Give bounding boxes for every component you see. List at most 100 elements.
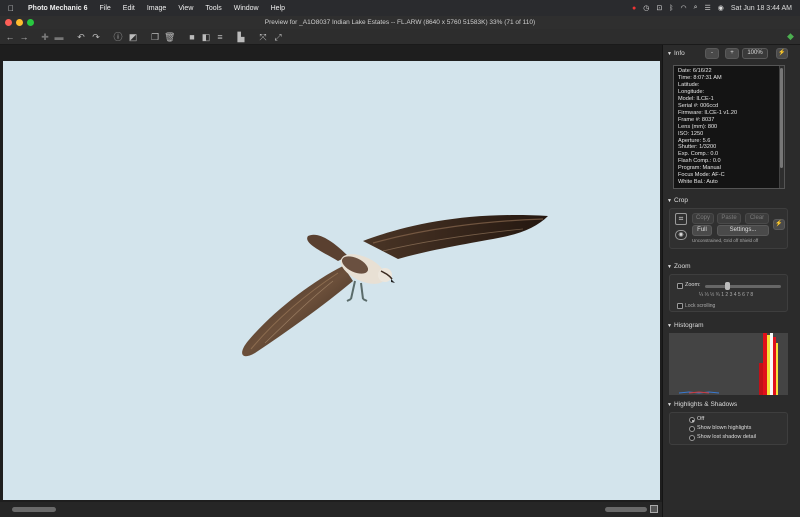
rotate-right-icon[interactable]: ↷ — [91, 31, 101, 43]
radio-off[interactable] — [689, 417, 695, 423]
crop-full-button[interactable]: Full — [692, 225, 712, 236]
info-zoom-select[interactable]: 100% — [742, 48, 768, 59]
eye-icon[interactable]: ◉ — [675, 230, 687, 240]
apple-icon[interactable]:  — [0, 4, 22, 13]
info-line: Longitude: — [678, 88, 705, 95]
radio-lost-shadows[interactable] — [689, 435, 695, 441]
info-zoom-minus-button[interactable]: - — [705, 48, 719, 59]
histogram-section-title[interactable]: ▼ Histogram — [667, 322, 704, 329]
info-line: Time: 8:07:31 AM — [678, 74, 722, 81]
lock-icon[interactable]: ⊡ — [656, 4, 662, 12]
info-line: White Bal.: Auto — [678, 179, 718, 186]
crop-settings-button[interactable]: Settings... — [717, 225, 769, 236]
menu-file[interactable]: File — [94, 5, 117, 12]
trash-icon[interactable]: 🗑 — [164, 31, 175, 43]
disclosure-triangle-icon[interactable]: ▼ — [667, 198, 672, 204]
crop-lightning-button[interactable]: ⚡ — [773, 219, 785, 230]
disclosure-triangle-icon[interactable]: ▼ — [667, 264, 672, 270]
menu-view[interactable]: View — [172, 5, 199, 12]
info-line: Latitude: — [678, 81, 700, 88]
disclosure-triangle-icon[interactable]: ▼ — [667, 51, 672, 57]
zoom-title: Zoom — [673, 263, 691, 270]
resize-handle-icon[interactable] — [650, 505, 658, 513]
crop-copy-button[interactable]: Copy — [692, 213, 714, 224]
split-view-icon[interactable]: ◧ — [200, 31, 212, 43]
window-titlebar: Preview for _A1O8037 Indian Lake Estates… — [0, 16, 800, 29]
crop-frame-icon[interactable]: ◩ — [128, 31, 138, 43]
info-title: Info — [673, 50, 685, 57]
info-line: Focus Mode: AF-C — [678, 172, 725, 179]
zoom-in-icon[interactable]: ✚ — [40, 31, 50, 43]
info-section-title[interactable]: ▼ Info — [667, 50, 685, 57]
bottom-scrollbar-area — [0, 502, 662, 517]
info-line: Aperture: 5.6 — [678, 137, 711, 144]
info-scroll-thumb[interactable] — [780, 68, 783, 168]
zoom-slider-track[interactable] — [705, 285, 781, 288]
status-red-icon[interactable]: ● — [632, 5, 636, 12]
disclosure-triangle-icon[interactable]: ▼ — [667, 323, 672, 329]
zoom-scale-labels: ¼ ⅓ ½ ¾ 1 2 3 4 5 6 7 8 — [699, 292, 754, 298]
horizontal-scrollbar-left[interactable] — [12, 507, 56, 512]
single-view-icon[interactable]: ■ — [186, 31, 198, 43]
zoom-button[interactable] — [27, 19, 34, 26]
crop-tool-icon[interactable]: ⌗ — [675, 213, 687, 225]
menu-app-name[interactable]: Photo Mechanic 6 — [22, 5, 94, 12]
search-icon[interactable]: ⌕ — [694, 4, 698, 12]
app-badge-icon: ◆ — [787, 31, 794, 41]
info-line: Frame #: 8037 — [678, 116, 715, 123]
rotate-left-icon[interactable]: ↶ — [76, 31, 86, 43]
wifi-icon[interactable]: ◠ — [680, 4, 686, 12]
control-center-icon[interactable]: ☰ — [705, 4, 711, 12]
fit-icon[interactable]: ⤧ — [258, 31, 268, 43]
crop-title: Crop — [673, 197, 689, 204]
highlights-section-title[interactable]: ▼ Highlights & Shadows — [667, 401, 737, 408]
close-button[interactable] — [5, 19, 12, 26]
highlights-title: Highlights & Shadows — [673, 401, 738, 408]
lock-scrolling-checkbox[interactable] — [677, 303, 683, 309]
clock[interactable]: Sat Jun 18 3:44 AM — [731, 5, 792, 12]
menu-help[interactable]: Help — [265, 5, 291, 12]
histogram-svg — [678, 333, 778, 395]
info-icon[interactable]: ⓘ — [113, 31, 123, 43]
exif-info-list[interactable]: Date: 6/16/22 Time: 8:07:31 AM Latitude: Lo… — [673, 65, 785, 189]
histogram-title: Histogram — [673, 322, 704, 329]
menu-window[interactable]: Window — [228, 5, 265, 12]
preview-toolbar: ← → ✚ ▬ ↶ ↷ ⓘ ◩ ❐ 🗑 ■ ◧ ≡ ▙ ⤧ ⤢ — [0, 29, 800, 45]
fullscreen-icon[interactable]: ⤢ — [273, 31, 283, 43]
menu-edit[interactable]: Edit — [117, 5, 141, 12]
crop-section-title[interactable]: ▼ Crop — [667, 197, 688, 204]
radio-blown-highlights[interactable] — [689, 426, 695, 432]
menu-image[interactable]: Image — [141, 5, 172, 12]
siri-icon[interactable]: ◉ — [718, 4, 724, 12]
info-line: Firmware: ILCE-1 v1.20 — [678, 109, 738, 116]
info-zoom-plus-button[interactable]: + — [725, 48, 739, 59]
zoom-section-title[interactable]: ▼ Zoom — [667, 263, 691, 270]
info-lightning-button[interactable]: ⚡ — [776, 48, 788, 59]
align-bottom-icon[interactable]: ▙ — [236, 31, 246, 43]
crop-paste-button[interactable]: Paste — [717, 213, 741, 224]
disclosure-triangle-icon[interactable]: ▼ — [667, 402, 672, 408]
info-line: Lens (mm): 800 — [678, 123, 718, 130]
copy-icon[interactable]: ❐ — [150, 31, 160, 43]
photo-preview[interactable] — [3, 61, 660, 500]
info-line: Date: 6/16/22 — [678, 68, 712, 74]
zoom-checkbox[interactable] — [677, 283, 683, 289]
crop-clear-button[interactable]: Clear — [745, 213, 769, 224]
zoom-slider-knob[interactable] — [725, 282, 730, 290]
histogram-graph — [669, 333, 788, 395]
info-scrollbar[interactable] — [779, 66, 784, 188]
info-line: Serial #: 006ccd — [678, 102, 719, 109]
next-arrow-icon[interactable]: → — [18, 31, 30, 43]
tail — [307, 234, 348, 261]
zoom-label: Zoom: — [685, 282, 701, 288]
radio-off-label: Off — [697, 416, 705, 422]
minimize-button[interactable] — [16, 19, 23, 26]
menu-tools[interactable]: Tools — [199, 5, 227, 12]
horizontal-scrollbar-right[interactable] — [605, 507, 647, 512]
zoom-out-icon[interactable]: ▬ — [54, 31, 64, 43]
bluetooth-icon[interactable]: ᛒ — [669, 5, 673, 12]
previous-arrow-icon[interactable]: ← — [4, 31, 16, 43]
inspector-panel: ▼ Info - + 100% ⚡ Date: 6/16/22 Time: 8:07… — [662, 31, 800, 517]
time-machine-icon[interactable]: ◷ — [643, 4, 649, 12]
list-view-icon[interactable]: ≡ — [214, 31, 226, 43]
